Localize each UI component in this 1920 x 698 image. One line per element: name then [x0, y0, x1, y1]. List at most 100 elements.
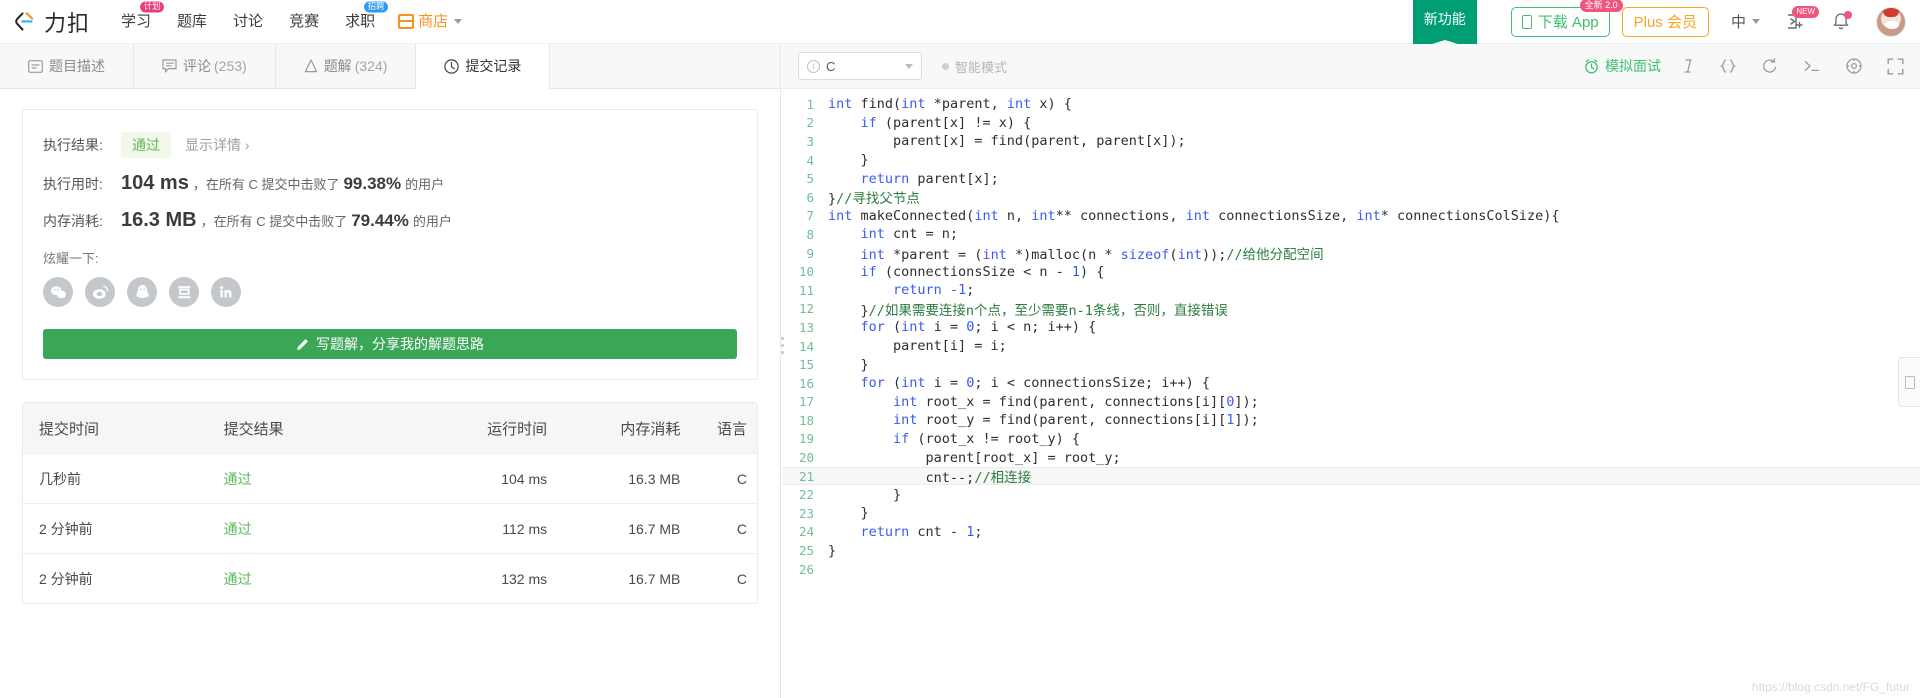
- format-italic-button[interactable]: [1683, 58, 1695, 74]
- invite-friend-button[interactable]: NEW: [1786, 5, 1819, 31]
- tab-description[interactable]: 题目描述: [0, 44, 134, 88]
- linkedin-icon[interactable]: [211, 277, 241, 307]
- line-number: 7: [806, 208, 814, 224]
- table-row[interactable]: 2 分钟前 通过 112 ms 16.7 MB C: [23, 503, 757, 553]
- code-line: 21 cnt--;//相连接: [782, 466, 1920, 486]
- nav-badge-plan: 计划: [140, 0, 164, 13]
- table-row[interactable]: 几秒前 通过 104 ms 16.3 MB C: [23, 453, 757, 503]
- reset-code-button[interactable]: [1761, 58, 1779, 74]
- nav-label: 求职: [345, 12, 376, 30]
- code-line: 8 int cnt = n;: [782, 225, 1920, 244]
- notifications-button[interactable]: [1832, 11, 1852, 31]
- smart-mode-toggle[interactable]: 智能模式: [942, 57, 1007, 76]
- result-link[interactable]: 通过: [224, 521, 252, 537]
- column-header-time: 提交时间: [39, 420, 100, 438]
- result-link[interactable]: 通过: [224, 471, 252, 487]
- plus-membership-button[interactable]: Plus 会员: [1621, 6, 1709, 37]
- tab-label: 题目描述: [49, 58, 105, 74]
- douban-icon[interactable]: [169, 277, 199, 307]
- line-number: 14: [798, 338, 814, 354]
- nav-item-discuss[interactable]: 讨论: [220, 0, 276, 44]
- language-value: C: [826, 58, 836, 74]
- code-text: }: [828, 505, 869, 522]
- cell-result: 通过: [224, 519, 414, 539]
- code-text: }: [828, 356, 869, 373]
- download-app-button[interactable]: 下载 App 全新 2.0: [1510, 0, 1623, 37]
- notes-side-tab[interactable]: [1898, 357, 1920, 407]
- fullscreen-button[interactable]: [1887, 58, 1904, 75]
- code-text: int makeConnected(int n, int** connectio…: [828, 207, 1560, 224]
- nav-item-shop[interactable]: 商店: [388, 0, 472, 44]
- tab-label: 题解: [323, 58, 352, 74]
- nav-item-contest[interactable]: 竞赛: [276, 0, 332, 44]
- tab-count: (324): [354, 58, 388, 74]
- chevron-down-icon: [1752, 19, 1760, 24]
- header-actions: 新功能 下载 App 全新 2.0 Plus 会员 中 NEW: [1412, 0, 1906, 50]
- nav-label: 学习: [121, 12, 152, 30]
- wechat-icon[interactable]: [43, 277, 73, 307]
- runtime-value: 104 ms: [121, 172, 189, 194]
- language-switcher[interactable]: 中: [1731, 11, 1760, 32]
- tab-label: 提交记录: [465, 58, 522, 74]
- line-number: 5: [806, 171, 814, 187]
- code-text: if (connectionsSize < n - 1) {: [860, 263, 1105, 280]
- line-number: 19: [798, 431, 814, 447]
- nav-item-study[interactable]: 学习 计划: [108, 0, 164, 44]
- left-panel: 题目描述 评论 (253) 题解 (324) 提交记录 执行结果: 通过 显示详…: [0, 44, 781, 698]
- cell-result: 通过: [224, 569, 414, 589]
- line-number: 8: [806, 226, 814, 242]
- tabbar-filler: [550, 44, 780, 88]
- code-text: parent[x] = find(parent, parent[x]);: [828, 133, 1186, 150]
- cell-result: 通过: [224, 469, 414, 489]
- code-braces-button[interactable]: [1719, 58, 1737, 74]
- nav-item-jobs[interactable]: 求职 招聘: [332, 0, 389, 44]
- show-details-link[interactable]: 显示详情 ›: [185, 135, 250, 155]
- panel-resize-handle[interactable]: [778, 324, 786, 366]
- ribbon-label: 新功能: [1423, 10, 1466, 27]
- avatar[interactable]: [1876, 6, 1906, 37]
- line-number: 2: [806, 115, 814, 131]
- tab-count: (253): [214, 58, 247, 74]
- code-editor-panel: i C 智能模式 模拟面试 1 int find(int *parent, in…: [780, 44, 1920, 698]
- code-line: 16 for (int i = 0; i < connectionsSize; …: [782, 374, 1920, 393]
- weibo-icon[interactable]: [85, 277, 115, 307]
- mock-interview-label: 模拟面试: [1605, 58, 1661, 74]
- memory-percent: 79.44%: [351, 210, 409, 230]
- code-line: 24 return cnt - 1;: [782, 523, 1920, 542]
- settings-button[interactable]: [1845, 57, 1863, 75]
- memory-value: 16.3 MB: [121, 209, 197, 231]
- code-line: 25}: [782, 541, 1920, 560]
- clock-icon: [444, 58, 460, 74]
- nav-label: 商店: [418, 12, 449, 30]
- code-line: 14 parent[i] = i;: [782, 337, 1920, 356]
- line-number: 9: [806, 245, 814, 261]
- chevron-down-icon: [454, 19, 463, 24]
- code-text: int root_y = find(parent, connections[i]…: [893, 412, 1259, 429]
- code-text: parent[root_x] = root_y;: [828, 449, 1121, 466]
- code-line: 2 if (parent[x] != x) {: [782, 114, 1920, 133]
- cell-runtime: 104 ms: [501, 470, 548, 487]
- cell-time: 几秒前: [39, 470, 81, 487]
- tab-submissions[interactable]: 提交记录: [416, 44, 551, 89]
- language-select[interactable]: i C: [798, 52, 922, 80]
- table-row[interactable]: 2 分钟前 通过 132 ms 16.7 MB C: [23, 553, 757, 603]
- memory-label: 内存消耗:: [43, 212, 103, 229]
- code-editor[interactable]: 1 int find(int *parent, int x) {2 if (par…: [782, 89, 1920, 698]
- code-line: 5 return parent[x];: [782, 169, 1920, 188]
- console-button[interactable]: [1803, 58, 1821, 74]
- line-number: 13: [798, 319, 814, 335]
- tab-comments[interactable]: 评论 (253): [134, 44, 276, 88]
- new-feature-ribbon[interactable]: 新功能: [1412, 0, 1477, 50]
- cell-memory: 16.7 MB: [628, 520, 681, 537]
- code-line: 17 int root_x = find(parent, connections…: [782, 393, 1920, 412]
- write-solution-button[interactable]: 写题解，分享我的解题思路: [43, 329, 737, 359]
- tab-solutions[interactable]: 题解 (324): [276, 44, 417, 88]
- result-link[interactable]: 通过: [224, 571, 252, 587]
- mock-interview-button[interactable]: 模拟面试: [1584, 56, 1661, 76]
- nav-item-problems[interactable]: 题库: [164, 0, 220, 44]
- site-logo[interactable]: 力扣: [14, 6, 90, 38]
- cell-memory: 16.7 MB: [628, 570, 681, 587]
- code-line: 13 for (int i = 0; i < n; i++) {: [782, 318, 1920, 337]
- qq-icon[interactable]: [127, 277, 157, 307]
- code-line: 19 if (root_x != root_y) {: [782, 430, 1920, 449]
